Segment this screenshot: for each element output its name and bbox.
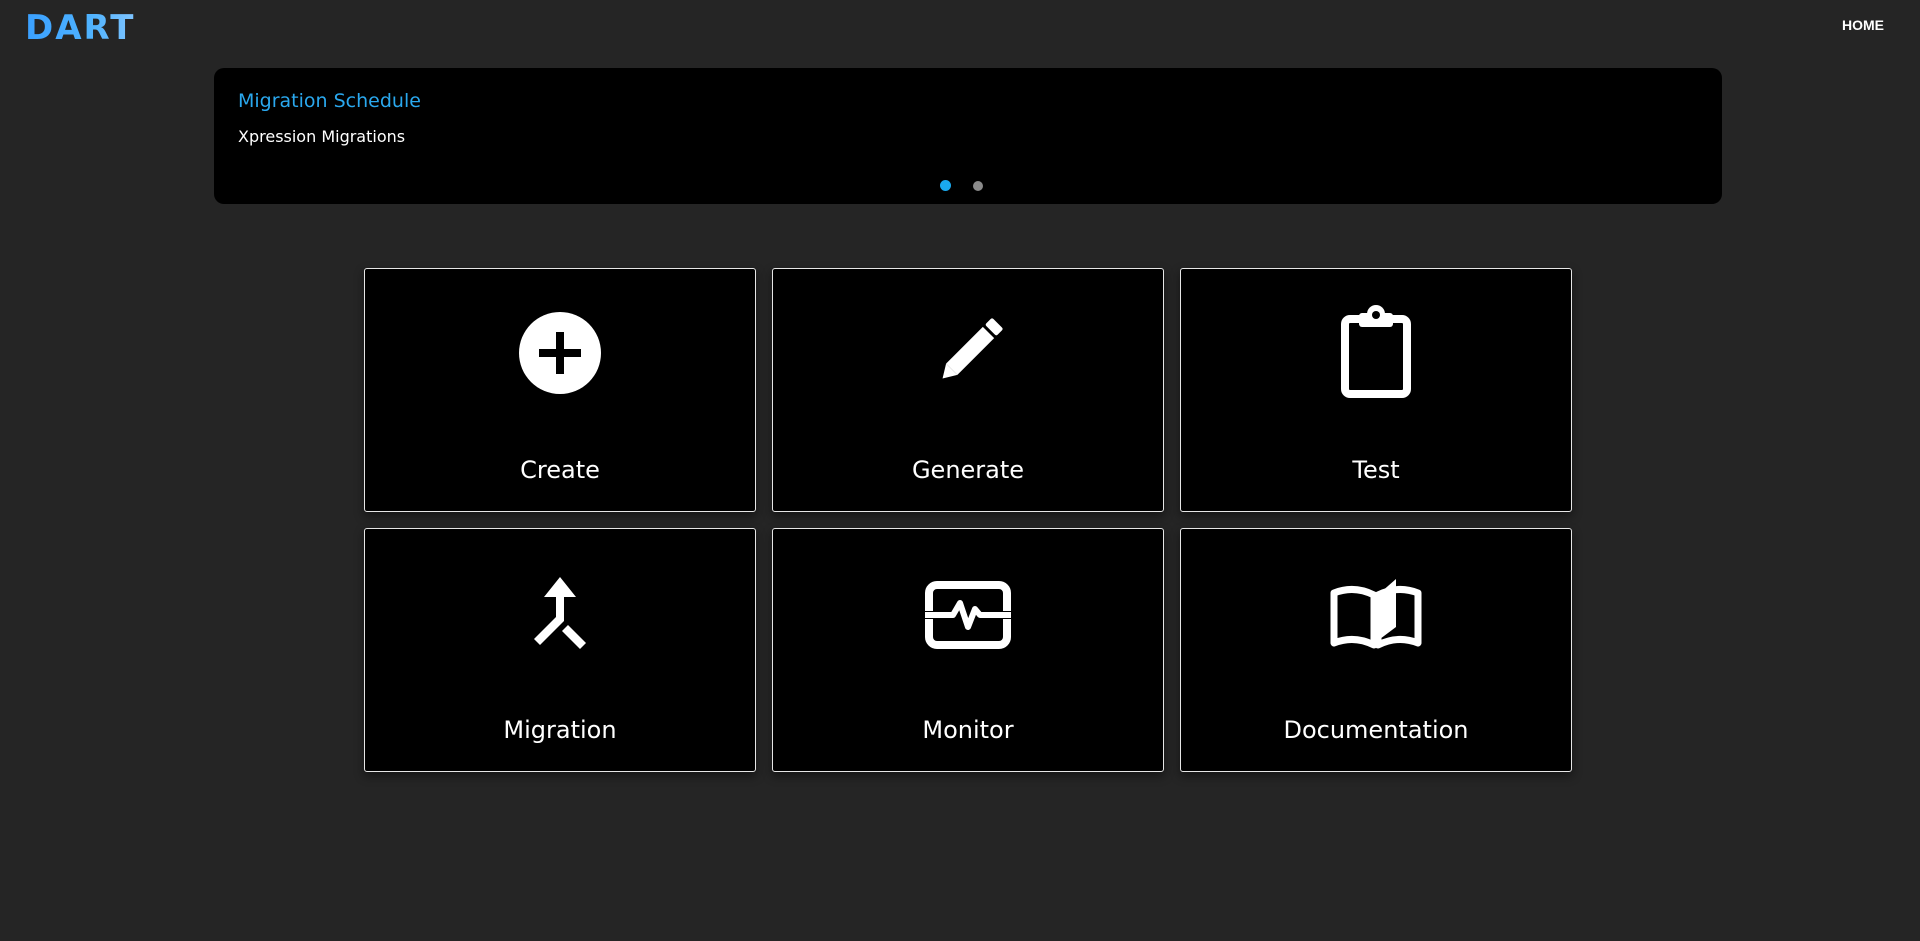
test-tile-label: Test: [1352, 456, 1400, 484]
migration-tile-label: Migration: [503, 716, 617, 744]
carousel-dot-2[interactable]: [972, 181, 983, 191]
open-book-icon: [1328, 565, 1424, 661]
test-tile[interactable]: Test: [1180, 268, 1572, 512]
migration-tile[interactable]: Migration: [364, 528, 756, 772]
documentation-tile[interactable]: Documentation: [1180, 528, 1572, 772]
announcement-carousel: Migration Schedule Xpression Migrations: [214, 68, 1722, 204]
plus-circle-icon: [512, 305, 608, 401]
clipboard-icon: [1328, 305, 1424, 401]
pencil-icon: [920, 305, 1016, 401]
generate-tile-label: Generate: [911, 456, 1025, 484]
monitor-tile-label: Monitor: [922, 716, 1014, 744]
documentation-tile-label: Documentation: [1283, 716, 1469, 744]
top-navbar: DART HOME: [0, 0, 1920, 58]
monitor-tile[interactable]: Monitor: [772, 528, 1164, 772]
app-logo[interactable]: DART: [25, 6, 135, 50]
merge-arrow-icon: [512, 565, 608, 661]
generate-tile[interactable]: Generate: [772, 268, 1164, 512]
carousel-slide-title: Migration Schedule: [238, 90, 421, 112]
nav-home-link[interactable]: HOME: [1842, 17, 1884, 33]
activity-monitor-icon: [920, 565, 1016, 661]
create-tile[interactable]: Create: [364, 268, 756, 512]
create-tile-label: Create: [520, 456, 600, 484]
carousel-dot-1[interactable]: [939, 180, 951, 191]
carousel-slide-subtitle: Xpression Migrations: [238, 127, 406, 146]
feature-tile-grid: Create Generate Test Migration Monitor D…: [364, 268, 1572, 772]
carousel-indicators: [214, 180, 1722, 191]
